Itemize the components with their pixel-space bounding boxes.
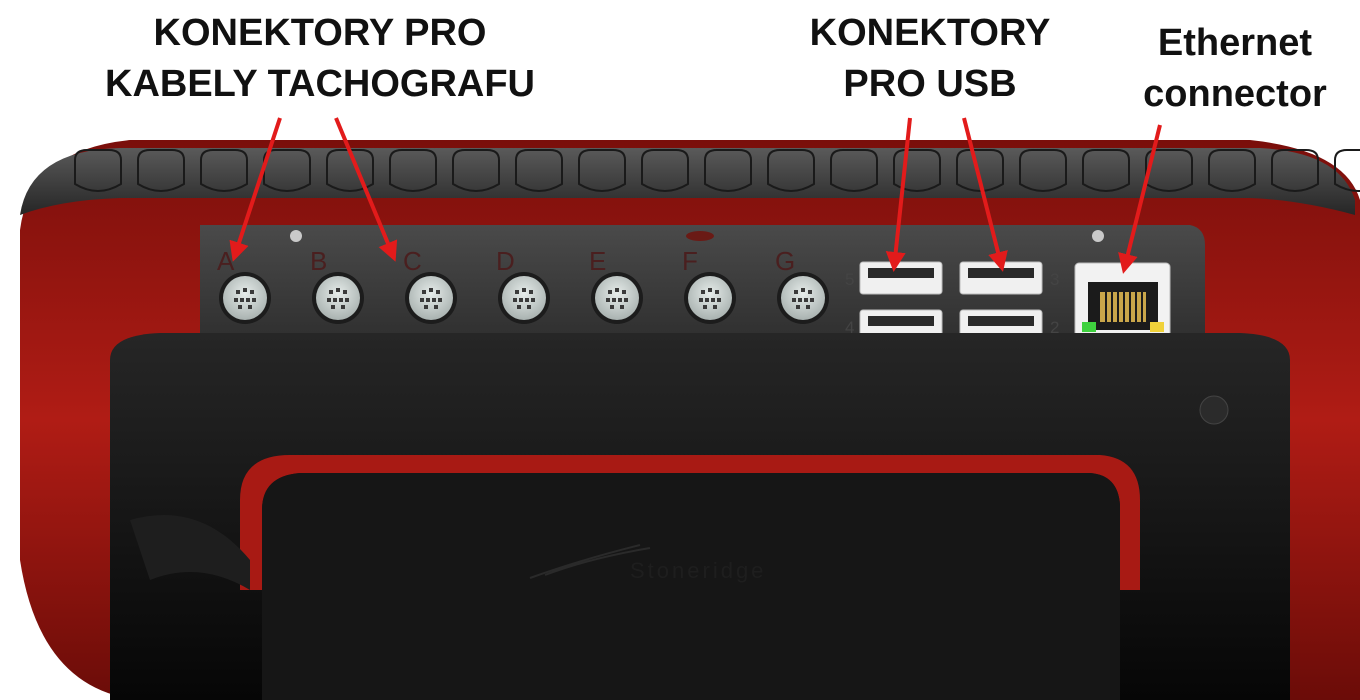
ethernet-port[interactable] — [1074, 262, 1171, 344]
brand-text: Stoneridge — [630, 558, 766, 583]
screw — [290, 230, 302, 242]
tacho-port-label: F — [682, 246, 698, 276]
tacho-port-label: D — [496, 246, 515, 276]
tacho-port-label: C — [403, 246, 422, 276]
handle-recess — [262, 473, 1120, 700]
tacho-port-label: A — [217, 246, 235, 276]
activity-led — [1150, 322, 1164, 332]
tacho-port-label: B — [310, 246, 327, 276]
usb-port-label-3: 3 — [1050, 270, 1059, 289]
center-mark — [686, 231, 714, 241]
link-led — [1082, 322, 1096, 332]
screw — [1092, 230, 1104, 242]
usb-port-label-5: 5 — [845, 270, 854, 289]
tacho-port-label: E — [589, 246, 606, 276]
case-screw — [1199, 395, 1229, 425]
tacho-port-label: G — [775, 246, 795, 276]
device-illustration: ABCDEFG 5 4 3 2 Stoneridge — [20, 117, 1360, 700]
